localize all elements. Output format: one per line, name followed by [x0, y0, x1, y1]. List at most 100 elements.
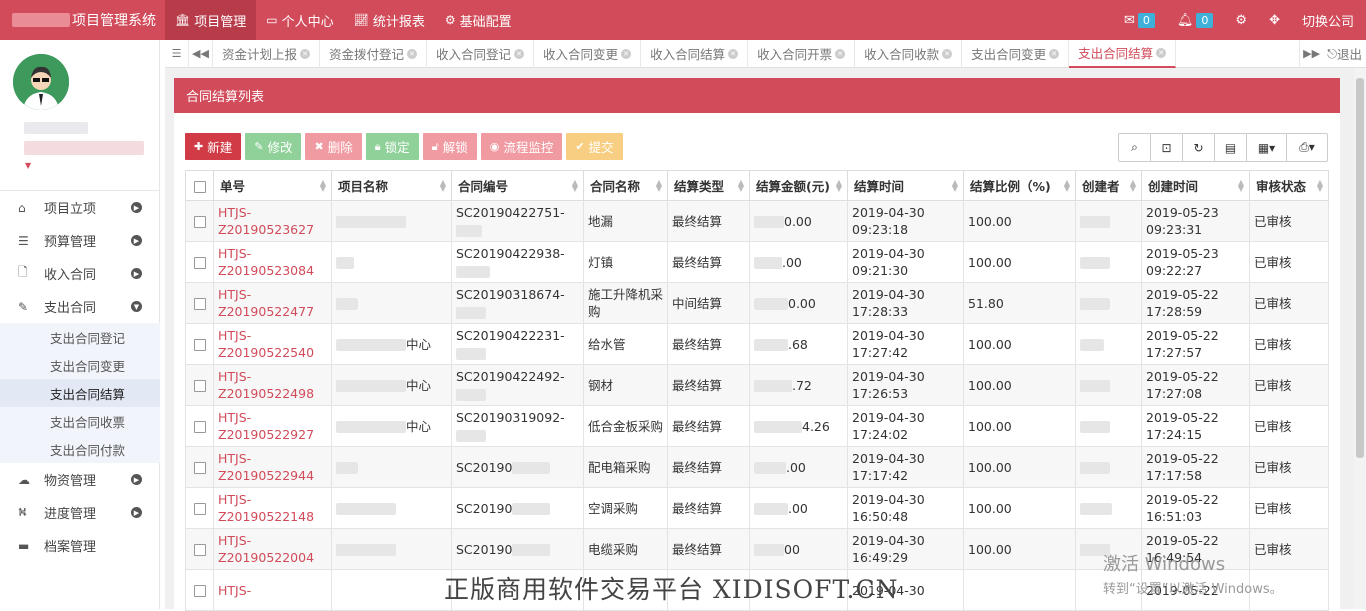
order-id-cell[interactable]: HTJS- Z20190522927	[213, 405, 332, 447]
topnav-item-1[interactable]: ▭ 个人中心	[256, 0, 343, 40]
sidebar-item-sidebar.menu2-0[interactable]: ☁ 物资管理 ▶	[0, 463, 160, 496]
row-checkbox[interactable]	[193, 462, 206, 474]
row-checkbox[interactable]	[193, 421, 206, 433]
close-tab-icon[interactable]: ✕	[621, 48, 632, 59]
column-header-5[interactable]: 结算金额(元) ▲ ▼	[749, 170, 848, 201]
toggle-view-button[interactable]: ▤	[1215, 134, 1247, 161]
tab-3[interactable]: 收入合同变更 ✕	[534, 39, 642, 68]
tab-0[interactable]: 资金计划上报 ✕	[213, 39, 321, 68]
avatar[interactable]	[13, 54, 69, 110]
scrollbar-thumb[interactable]	[1356, 78, 1364, 458]
column-header-3[interactable]: 合同名称 ▲ ▼	[583, 170, 668, 201]
sidebar-item-sidebar.menu-2[interactable]: 🗋 收入合同 ▶	[0, 257, 160, 290]
search-button[interactable]: ⌕	[1119, 134, 1151, 161]
column-header-6[interactable]: 结算时间 ▲ ▼	[847, 170, 964, 201]
page-scrollbar[interactable]	[1354, 68, 1366, 609]
table-row[interactable]: HTJS- Z20190522540 中心 SC20190422231- 给水管 最终结算…	[185, 323, 1329, 365]
lock-button[interactable]: 🔒︎ 锁定	[365, 133, 419, 160]
user-dropdown-icon[interactable]: ▼	[25, 161, 31, 170]
row-checkbox[interactable]	[193, 380, 206, 392]
submenu-item-1[interactable]: 支出合同变更	[0, 351, 160, 379]
tab-7[interactable]: 支出合同变更 ✕	[962, 39, 1070, 68]
sidebar-toggle-button[interactable]: ☰	[165, 39, 189, 68]
order-id-cell[interactable]: HTJS-	[213, 569, 332, 611]
order-id-cell[interactable]: HTJS- Z20190522944	[213, 446, 332, 488]
table-row[interactable]: HTJS- Z20190522148 SC20190 空调采购 最终结算 .00 2019-…	[185, 487, 1329, 529]
order-id-cell[interactable]: HTJS- Z20190522498	[213, 364, 332, 406]
switch-company-button[interactable]: 切换公司	[1302, 11, 1354, 30]
close-tab-icon[interactable]: ✕	[835, 48, 846, 59]
table-row[interactable]: HTJS- Z20190522498 中心 SC20190422492- 钢材 最终结算.…	[185, 364, 1329, 406]
export-button[interactable]: ⎙▾	[1287, 134, 1327, 161]
order-id-cell[interactable]: HTJS- Z20190522540	[213, 323, 332, 365]
order-id-cell[interactable]: HTJS- Z20190522004	[213, 528, 332, 570]
column-header-8[interactable]: 创建者 ▲ ▼	[1075, 170, 1142, 201]
tab-5[interactable]: 收入合同开票 ✕	[748, 39, 856, 68]
close-tab-icon[interactable]: ✕	[1049, 48, 1060, 59]
submenu-item-2[interactable]: 支出合同结算	[0, 379, 160, 407]
tab-6[interactable]: 收入合同收款 ✕	[855, 39, 963, 68]
row-checkbox[interactable]	[193, 339, 206, 351]
row-checkbox[interactable]	[193, 544, 206, 556]
mail-button[interactable]: ✉ 0	[1124, 12, 1155, 28]
row-checkbox[interactable]	[193, 298, 206, 310]
topnav-item-0[interactable]: 🏛︎ 项目管理	[165, 0, 257, 40]
column-header-7[interactable]: 结算比例（%) ▲ ▼	[963, 170, 1076, 201]
column-header-0[interactable]: 单号 ▲ ▼	[213, 170, 332, 201]
tab-1[interactable]: 资金拨付登记 ✕	[320, 39, 428, 68]
sidebar-item-sidebar.menu2-1[interactable]: ⛕ 进度管理 ▶	[0, 496, 160, 529]
topnav-item-3[interactable]: ⚙ 基础配置	[435, 0, 522, 40]
tab-scroll-right-button[interactable]: ▶▶	[1299, 39, 1323, 68]
tab-4[interactable]: 收入合同结算 ✕	[641, 39, 749, 68]
tab-scroll-left-button[interactable]: ◀◀	[189, 39, 213, 68]
column-header-4[interactable]: 结算类型 ▲ ▼	[667, 170, 750, 201]
tab-8[interactable]: 支出合同结算 ✕	[1069, 39, 1177, 68]
submenu-item-4[interactable]: 支出合同付款	[0, 435, 160, 463]
columns-button[interactable]: ▦▾	[1247, 134, 1287, 161]
column-header-9[interactable]: 创建时间 ▲ ▼	[1141, 170, 1250, 201]
bell-button[interactable]: 🔔︎ 0	[1177, 12, 1214, 28]
row-checkbox[interactable]	[193, 585, 206, 597]
sidebar-item-sidebar.menu-3[interactable]: ✎ 支出合同 ▼	[0, 290, 160, 323]
sidebar-item-sidebar.menu2-2[interactable]: ▬ 档案管理	[0, 529, 160, 562]
column-header-1[interactable]: 项目名称 ▲ ▼	[331, 170, 452, 201]
delete-button[interactable]: ✖ 删除	[305, 133, 362, 160]
submenu-item-3[interactable]: 支出合同收票	[0, 407, 160, 435]
close-tab-icon[interactable]: ✕	[407, 48, 418, 59]
select-all-checkbox[interactable]	[193, 180, 206, 193]
fullscreen-button[interactable]: ✥	[1269, 13, 1280, 28]
sidebar-item-sidebar.menu-1[interactable]: ☰ 预算管理 ▶	[0, 224, 160, 257]
sidebar-item-sidebar.menu-0[interactable]: ⌂ 项目立项 ▶	[0, 191, 160, 224]
settings-button[interactable]: ⚙	[1235, 13, 1247, 28]
new-button[interactable]: ✚ 新建	[185, 133, 242, 160]
tab-2[interactable]: 收入合同登记 ✕	[427, 39, 535, 68]
close-tab-icon[interactable]: ✕	[942, 48, 953, 59]
column-header-2[interactable]: 合同编号 ▲ ▼	[451, 170, 584, 201]
unlock-button[interactable]: 🔓︎ 解锁	[422, 133, 477, 160]
close-tab-icon[interactable]: ✕	[728, 48, 739, 59]
order-id-cell[interactable]: HTJS- Z20190523084	[213, 241, 332, 283]
table-row[interactable]: HTJS- Z20190523084 SC20190422938- 灯镇 最终结算 .00…	[185, 241, 1329, 283]
row-checkbox[interactable]	[193, 503, 206, 515]
row-checkbox[interactable]	[193, 257, 206, 269]
logout-button[interactable]: ⎋ 退出	[1323, 44, 1366, 63]
submenu-item-0[interactable]: 支出合同登记	[0, 323, 160, 351]
submit-button[interactable]: ✔ 提交	[566, 133, 623, 160]
close-tab-icon[interactable]: ✕	[300, 48, 311, 59]
row-checkbox[interactable]	[193, 216, 206, 228]
table-row[interactable]: HTJS- Z20190523627 SC20190422751- 地漏 最终结算 0.0…	[185, 200, 1329, 242]
order-id-cell[interactable]: HTJS- Z20190522477	[213, 282, 332, 324]
order-id-cell[interactable]: HTJS- Z20190523627	[213, 200, 332, 242]
edit-button[interactable]: ✎ 修改	[245, 133, 302, 160]
table-row[interactable]: HTJS- Z20190522944 SC20190 配电箱采购 最终结算 .00 2019…	[185, 446, 1329, 488]
close-tab-icon[interactable]: ✕	[514, 48, 525, 59]
table-row[interactable]: HTJS- Z20190522477 SC20190318674- 施工升降机采购 中间…	[185, 282, 1329, 324]
toggle-pagination-button[interactable]: ⊡	[1151, 134, 1183, 161]
column-header-10[interactable]: 审核状态 ▲ ▼	[1249, 170, 1329, 201]
refresh-button[interactable]: ↻	[1183, 134, 1215, 161]
table-row[interactable]: HTJS- Z20190522927 中心 SC20190319092- 低合金板采购最…	[185, 405, 1329, 447]
topnav-item-2[interactable]: 📈︎ 统计报表	[344, 0, 435, 40]
flow-monitor-button[interactable]: ◉ 流程监控	[480, 133, 563, 160]
close-tab-icon[interactable]: ✕	[1156, 47, 1167, 58]
order-id-cell[interactable]: HTJS- Z20190522148	[213, 487, 332, 529]
